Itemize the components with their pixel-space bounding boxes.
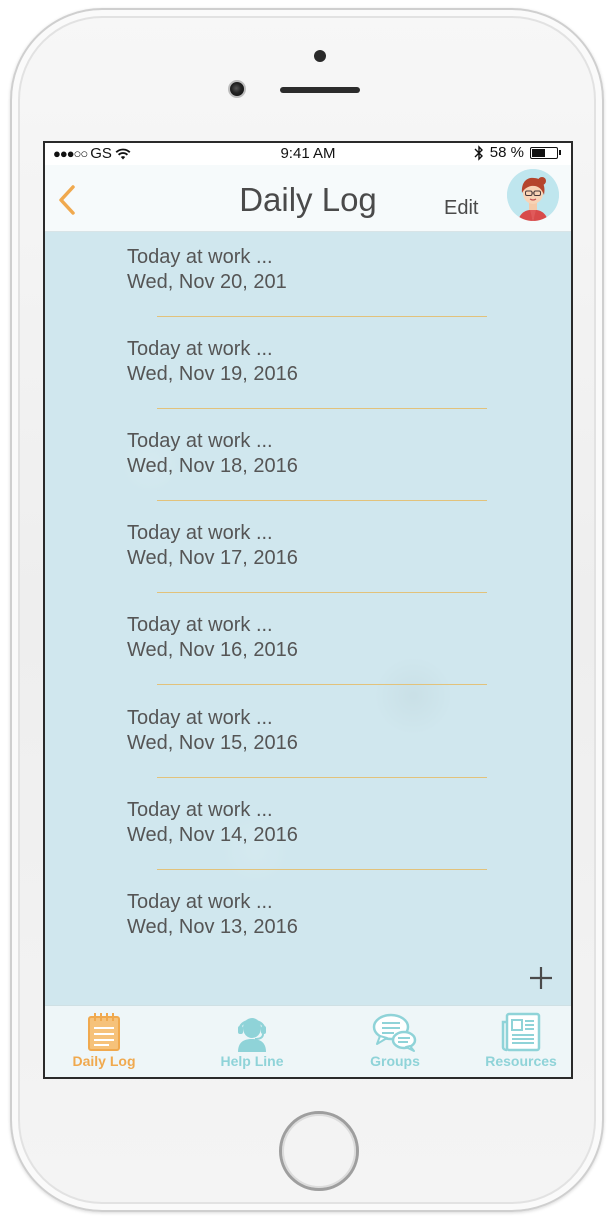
battery-tip	[559, 150, 561, 155]
divider	[157, 408, 487, 409]
entry-title: Today at work ...	[127, 246, 273, 268]
divider	[157, 869, 487, 870]
list-item[interactable]: Today at work ... Wed, Nov 20, 201	[127, 245, 507, 295]
front-camera	[228, 80, 246, 98]
entry-date: Wed, Nov 17, 2016	[127, 547, 298, 569]
screen: ●●●○○ GS 9:41 AM 58 % Daily Log Edit Tod…	[43, 141, 573, 1079]
list-item[interactable]: Today at work ... Wed, Nov 18, 2016	[127, 429, 507, 479]
front-sensor	[314, 50, 326, 62]
earpiece-speaker	[280, 87, 360, 93]
list-item[interactable]: Today at work ... Wed, Nov 17, 2016	[127, 521, 507, 571]
entry-title: Today at work ...	[127, 338, 273, 360]
entry-title: Today at work ...	[127, 891, 273, 913]
battery-percent: 58 %	[489, 144, 524, 161]
page-title: Daily Log	[239, 181, 377, 218]
tab-daily-log[interactable]: Daily Log	[49, 1012, 159, 1076]
list-item[interactable]: Today at work ... Wed, Nov 19, 2016	[127, 337, 507, 387]
divider	[157, 316, 487, 317]
entry-title: Today at work ...	[127, 799, 273, 821]
entry-date: Wed, Nov 13, 2016	[127, 916, 298, 938]
tab-label: Daily Log	[72, 1053, 136, 1069]
battery-body	[530, 146, 558, 159]
user-avatar-icon	[507, 169, 559, 221]
list-item[interactable]: Today at work ... Wed, Nov 13, 2016	[127, 890, 507, 940]
entry-date: Wed, Nov 19, 2016	[127, 363, 298, 385]
navigation-bar: Daily Log Edit	[45, 165, 571, 232]
list-item[interactable]: Today at work ... Wed, Nov 16, 2016	[127, 613, 507, 663]
battery-icon	[530, 146, 561, 159]
entry-title: Today at work ...	[127, 522, 273, 544]
entry-date: Wed, Nov 14, 2016	[127, 824, 298, 846]
bluetooth-icon	[474, 144, 483, 161]
add-entry-button[interactable]	[528, 965, 554, 991]
daily-log-list: Today at work ... Wed, Nov 20, 201 Today…	[45, 232, 571, 1005]
divider	[157, 777, 487, 778]
chat-bubbles-icon	[372, 1013, 417, 1052]
list-item[interactable]: Today at work ... Wed, Nov 14, 2016	[127, 798, 507, 848]
tab-help-line[interactable]: Help Line	[197, 1012, 307, 1076]
avatar[interactable]	[507, 169, 559, 221]
divider	[157, 500, 487, 501]
entry-title: Today at work ...	[127, 614, 273, 636]
entry-date: Wed, Nov 15, 2016	[127, 732, 298, 754]
tab-bar: Daily Log Help Line Groups Resources	[45, 1005, 571, 1077]
list-item[interactable]: Today at work ... Wed, Nov 15, 2016	[127, 706, 507, 756]
divider	[157, 592, 487, 593]
entry-date: Wed, Nov 16, 2016	[127, 639, 298, 661]
tab-label: Groups	[370, 1053, 420, 1069]
entry-title: Today at work ...	[127, 430, 273, 452]
status-bar: ●●●○○ GS 9:41 AM 58 %	[45, 143, 571, 165]
tab-label: Help Line	[220, 1053, 284, 1069]
battery-level	[532, 148, 545, 157]
headset-agent-icon	[238, 1018, 266, 1052]
newspaper-icon	[501, 1012, 541, 1052]
divider	[157, 684, 487, 685]
tab-resources[interactable]: Resources	[466, 1012, 571, 1076]
home-button[interactable]	[279, 1111, 359, 1191]
status-right: 58 %	[474, 144, 561, 161]
entry-date: Wed, Nov 18, 2016	[127, 455, 298, 477]
edit-button[interactable]: Edit	[444, 197, 478, 220]
entry-date: Wed, Nov 20, 201	[127, 271, 287, 293]
tab-label: Resources	[485, 1053, 557, 1069]
entry-title: Today at work ...	[127, 707, 273, 729]
tab-groups[interactable]: Groups	[340, 1012, 450, 1076]
notepad-icon	[88, 1013, 120, 1051]
